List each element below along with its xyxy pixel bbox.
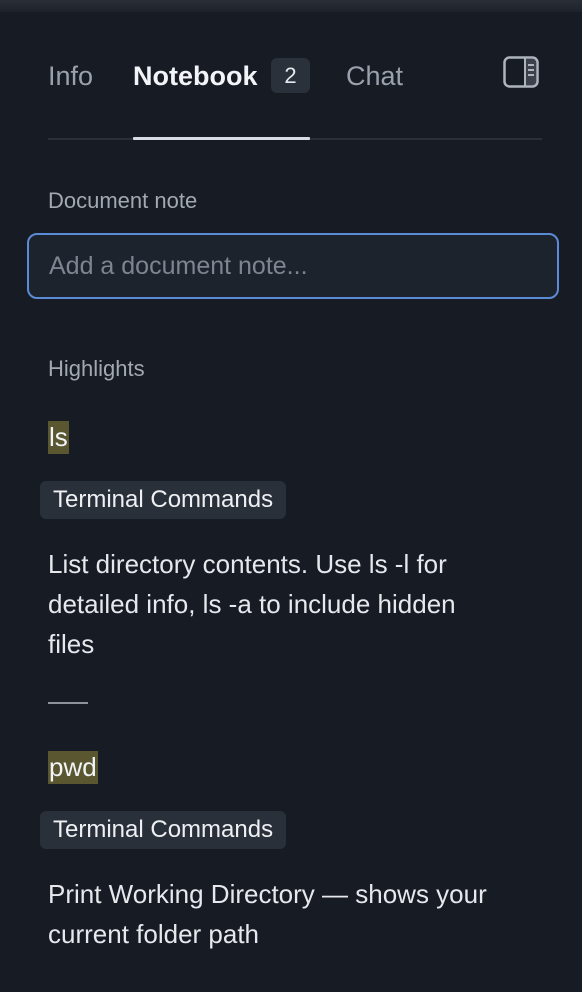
notebook-side-panel: Info Notebook 2 Chat Document note Highl… [0, 12, 582, 992]
highlight-text[interactable]: ls [48, 421, 69, 454]
highlight-note: Print Working Directory — shows your cur… [48, 879, 487, 949]
panel-tabs: Info Notebook 2 Chat [48, 56, 542, 140]
highlight-note: List directory contents. Use ls -l for d… [48, 549, 456, 659]
highlight-text[interactable]: pwd [48, 751, 98, 784]
highlights-label: Highlights [48, 356, 145, 381]
tab-notebook[interactable]: Notebook [133, 56, 258, 96]
sidebar-panel-icon[interactable] [503, 56, 539, 88]
highlight-tag[interactable]: Terminal Commands [40, 811, 287, 849]
tab-chat[interactable]: Chat [346, 56, 403, 96]
window-top-edge [0, 0, 582, 12]
document-note-label: Document note [48, 188, 198, 213]
highlight-separator [48, 702, 88, 704]
document-note-input[interactable] [27, 233, 559, 299]
active-tab-indicator [133, 137, 310, 140]
tab-info[interactable]: Info [48, 56, 93, 96]
notebook-count-badge: 2 [271, 58, 310, 93]
highlight-tag[interactable]: Terminal Commands [40, 481, 287, 519]
